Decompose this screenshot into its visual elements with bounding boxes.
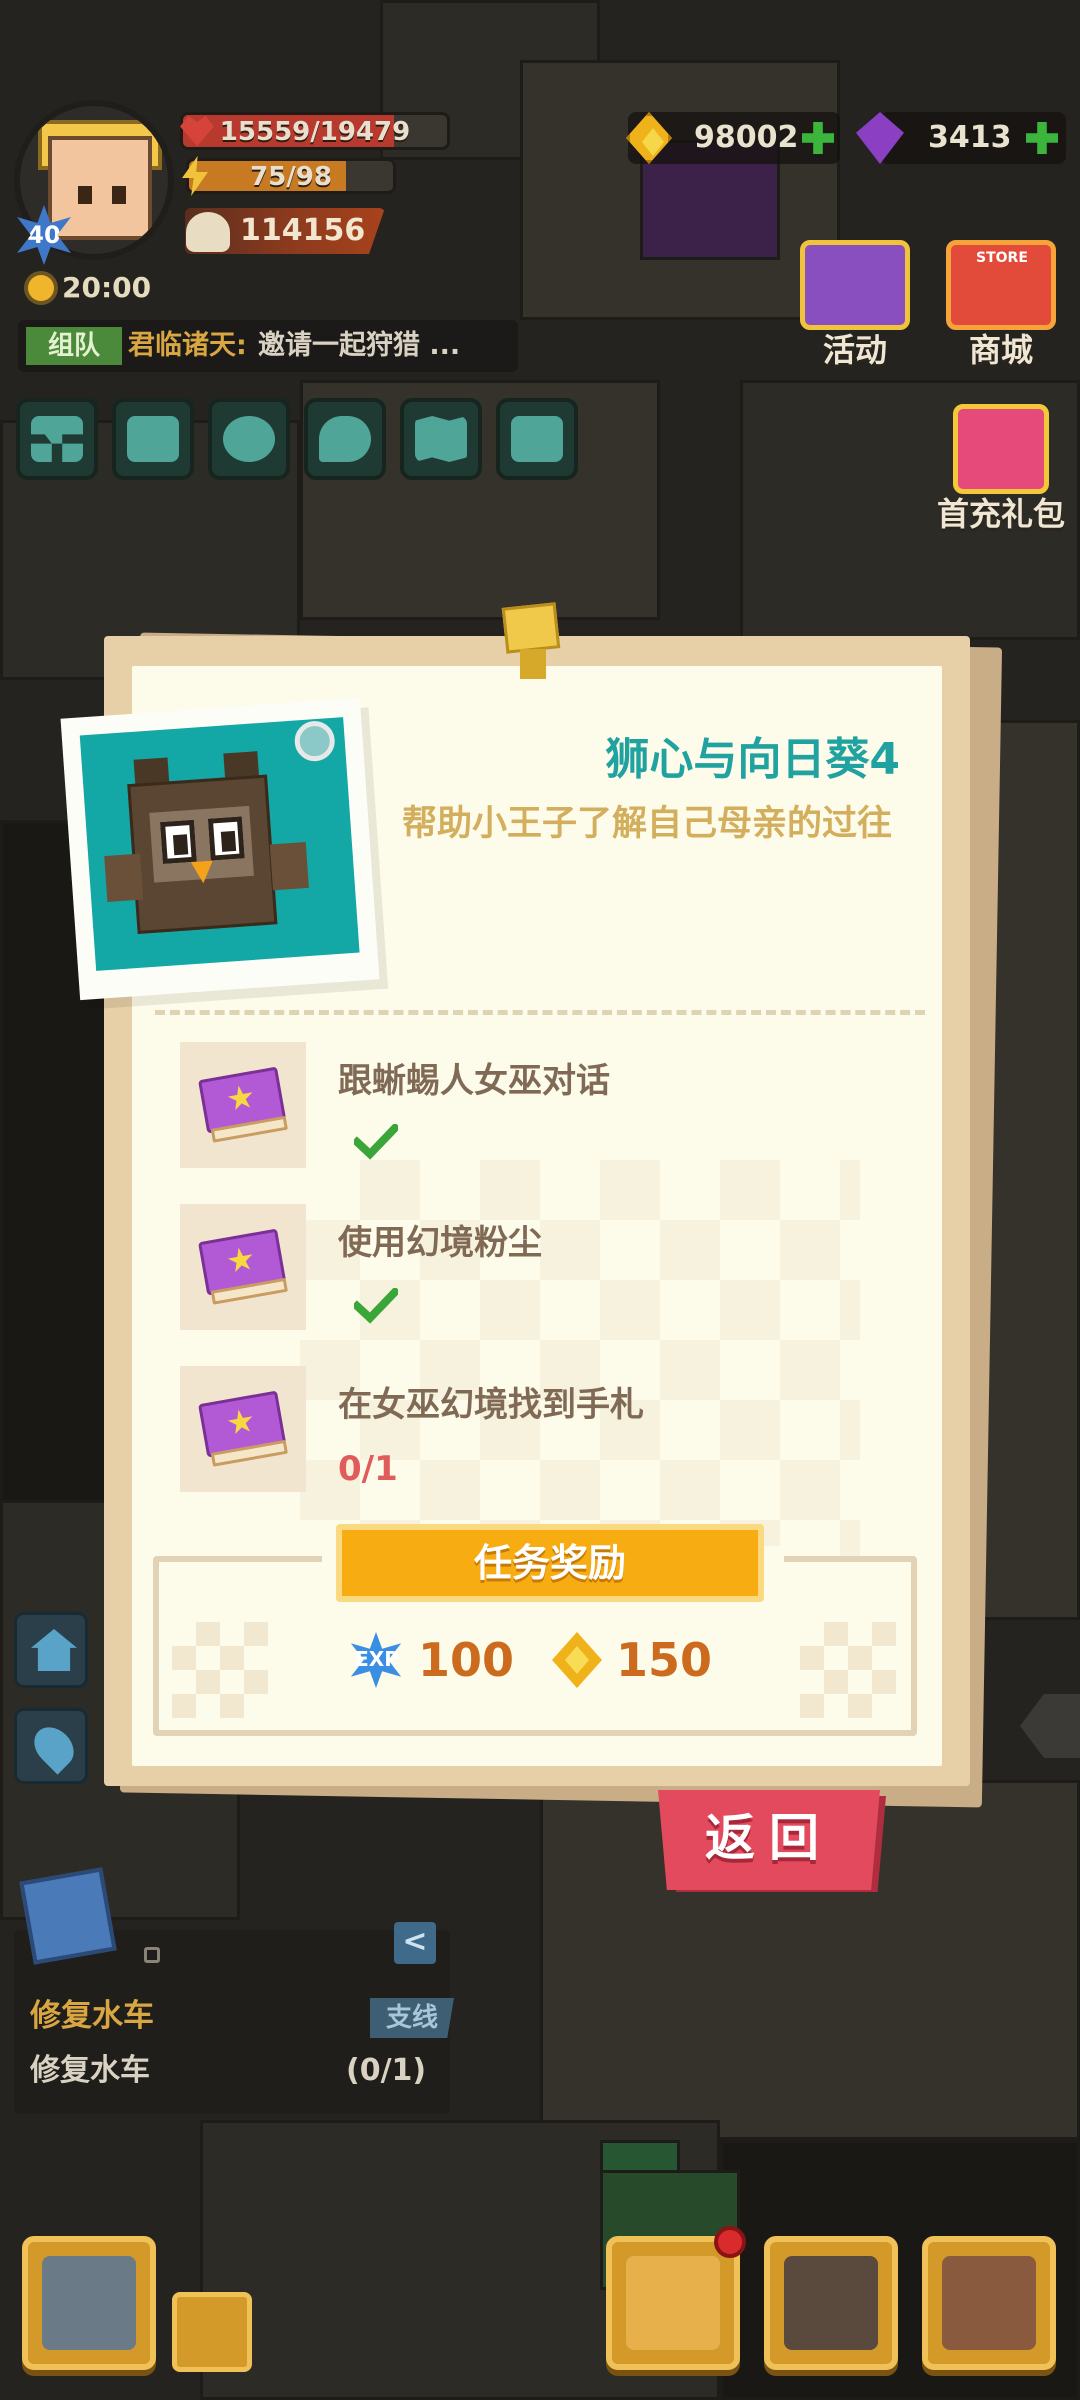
gold-reward-value: 150 (616, 1633, 713, 1687)
gift-label: 首充礼包 (936, 495, 1065, 533)
first-recharge-gift-button[interactable]: 首充礼包 (926, 404, 1076, 534)
notice-board-icon (511, 416, 563, 462)
quest-title: 狮心与向日葵4 (605, 734, 900, 785)
activity-button[interactable]: 活动 (780, 240, 930, 370)
checkmark-icon (354, 1288, 398, 1324)
fist-icon (186, 212, 230, 252)
speech-bubble-icon (319, 416, 371, 462)
back-button[interactable]: 返回 (658, 1790, 880, 1890)
task-text: 使用幻境粉尘 (338, 1223, 542, 1263)
store-sign-text: STORE (976, 250, 1028, 266)
house-icon (31, 1629, 77, 1671)
expand-button[interactable] (16, 398, 98, 480)
friends-button[interactable] (208, 398, 290, 480)
store-label: 商城 (968, 331, 1033, 369)
backpack-button[interactable] (922, 2236, 1056, 2370)
mail-button[interactable] (112, 398, 194, 480)
gold-amount: 98002 (694, 120, 799, 155)
tracker-collapse-button[interactable]: < (394, 1922, 436, 1964)
pets-icon (784, 2256, 878, 2350)
magic-book-icon (198, 1066, 288, 1144)
tracker-checkbox[interactable] (144, 1947, 160, 1963)
location-pin-icon (26, 1719, 82, 1775)
activity-label: 活动 (822, 331, 887, 369)
craft-button[interactable] (22, 2236, 156, 2370)
notice-button[interactable] (496, 398, 578, 480)
hammer-icon (42, 2256, 136, 2350)
time-text: 20:00 (62, 271, 152, 304)
mail-icon (127, 416, 179, 462)
reward-header: 任务奖励 (336, 1524, 764, 1602)
pushpin-icon (500, 602, 562, 685)
tracker-quest-title: 修复水车 (30, 1998, 154, 2034)
chat-channel-tag: 组队 (26, 327, 122, 365)
hp-bar: 15559/19479 (180, 112, 450, 150)
tracker-quest-type: 支线 (370, 1998, 454, 2038)
gift-box-icon (953, 404, 1049, 494)
exp-reward-value: 100 (418, 1633, 515, 1687)
sun-icon (28, 275, 54, 301)
reward-pattern-right (800, 1622, 896, 1718)
task-item-icon (180, 1204, 306, 1330)
task-text: 跟蜥蜴人女巫对话 (338, 1061, 610, 1101)
quest-scroll-icon (19, 1867, 117, 1965)
exp-icon-text: EXP (355, 1647, 399, 1671)
chat-message: 邀请一起狩猎 ... (258, 330, 461, 361)
activity-chest-icon (800, 240, 910, 330)
tracker-quest-count: (0/1) (346, 2053, 427, 2088)
gem-amount: 3413 (928, 120, 1012, 155)
quest-giver-portrait (60, 697, 380, 1001)
hero-portrait-icon (626, 2256, 720, 2350)
task-progress: 0/1 (338, 1449, 398, 1489)
energy-bar: 75/98 (186, 158, 396, 194)
pets-button[interactable] (764, 2236, 898, 2370)
notification-dot (714, 2226, 746, 2258)
chat-sender: 君临诸天: (128, 330, 247, 361)
building-button[interactable] (172, 2292, 252, 2372)
divider (155, 1010, 925, 1015)
map-icon (415, 416, 467, 462)
hp-text: 15559/19479 (219, 117, 411, 147)
chat-button[interactable] (304, 398, 386, 480)
reward-pattern-left (172, 1622, 268, 1718)
game-clock: 20:00 (28, 270, 151, 306)
location-button[interactable] (14, 1708, 88, 1784)
task-item-icon (180, 1366, 306, 1492)
quest-description: 帮助小王子了解自己母亲的过往 (402, 804, 893, 844)
backpack-icon (942, 2256, 1036, 2350)
expand-icon (31, 416, 83, 462)
friends-icon (223, 416, 275, 462)
task-item-icon (180, 1042, 306, 1168)
home-button[interactable] (14, 1612, 88, 1688)
map-button[interactable] (400, 398, 482, 480)
task-text: 在女巫幻境找到手札 (338, 1385, 644, 1425)
hero-button[interactable] (606, 2236, 740, 2370)
energy-text: 75/98 (250, 162, 332, 192)
tracker-quest-desc: 修复水车 (30, 2053, 150, 2088)
power-value: 114156 (240, 213, 366, 248)
checkmark-icon (354, 1124, 398, 1160)
magic-book-icon (198, 1390, 288, 1468)
magic-book-icon (198, 1228, 288, 1306)
